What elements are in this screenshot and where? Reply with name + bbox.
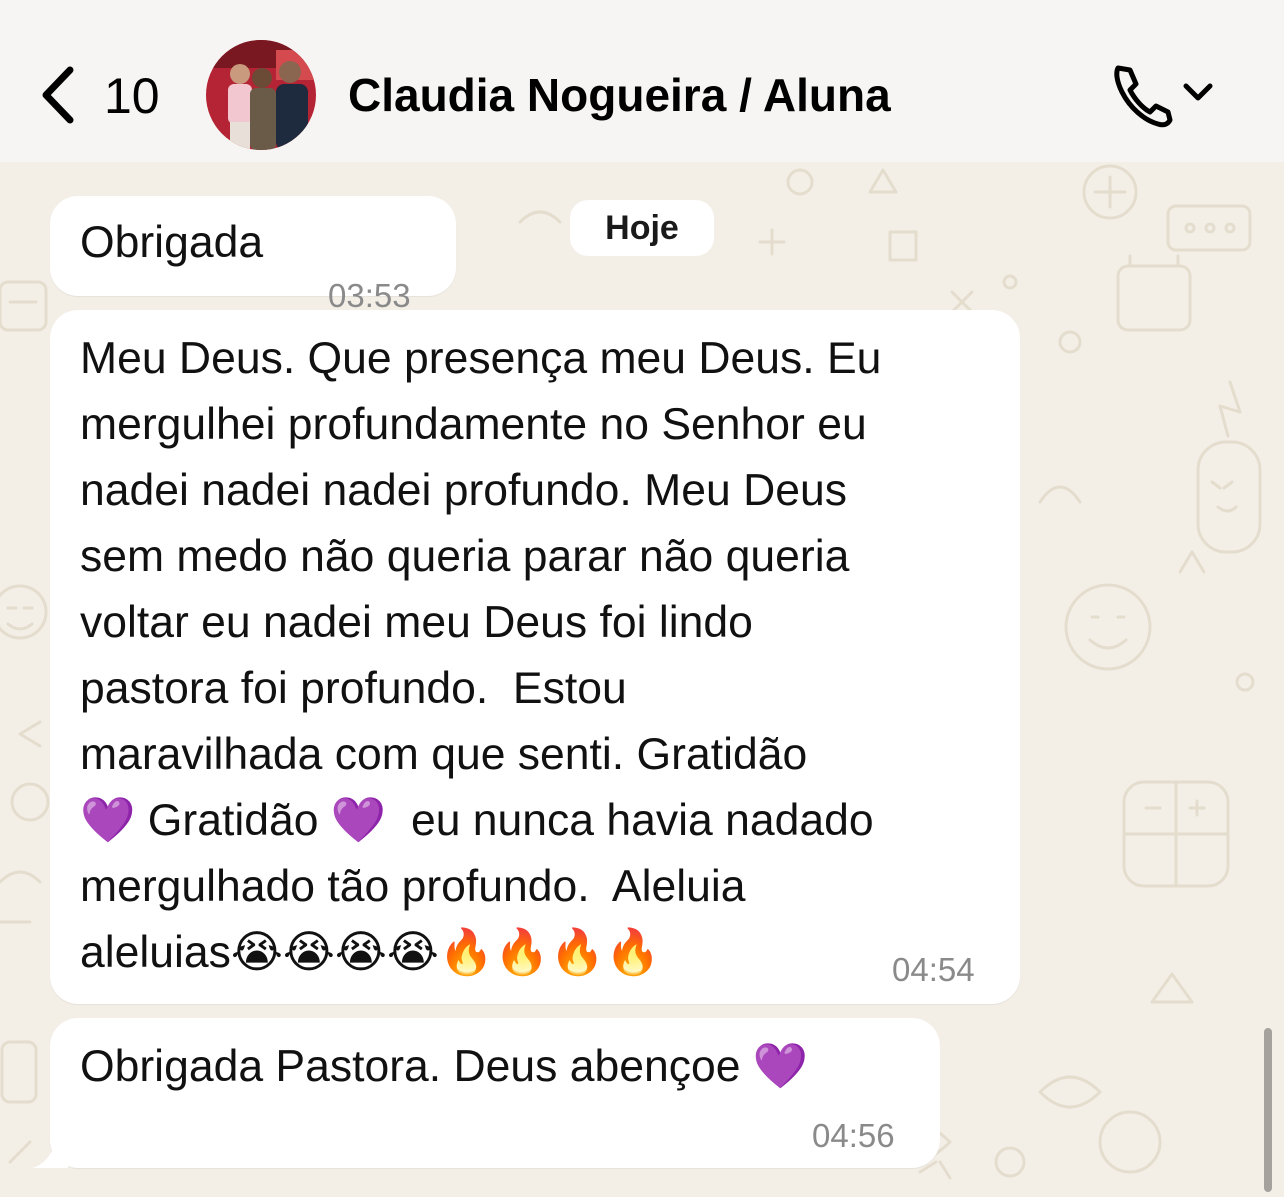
message-text: Obrigada Pastora. Deus abençoe 💜 [80,1042,809,1091]
message-bubble[interactable]: Obrigada Pastora. Deus abençoe 💜 04:56 [50,1018,940,1168]
message-line: aleluias😭😭😭😭🔥🔥🔥🔥 [80,928,661,977]
message-bubble[interactable]: Meu Deus. Que presença meu Deus. Eu merg… [50,310,1020,1004]
contact-name[interactable]: Claudia Nogueira / Aluna [348,64,891,126]
avatar[interactable] [206,40,316,150]
message-list[interactable]: Obrigada 03:53 Hoje Meu Deus. Que presen… [0,162,1284,1197]
message-text: Obrigada [80,218,264,267]
phone-icon [1114,65,1173,128]
message-line: maravilhada com que senti. Gratidão [80,730,808,779]
unread-count[interactable]: 10 [104,66,160,126]
chevron-left-icon[interactable] [36,64,84,126]
message-line: mergulhei profundamente no Senhor eu [80,400,867,449]
call-button[interactable] [1108,58,1228,130]
date-separator: Hoje [570,200,714,256]
message-line: sem medo não queria parar não queria [80,532,850,581]
message-timestamp: 04:56 [812,1117,895,1154]
message-bubble[interactable]: Obrigada 03:53 [50,196,456,314]
message-line: 💜 Gratidão 💜 eu nunca havia nadado [80,796,874,845]
message-line: nadei nadei nadei profundo. Meu Deus [80,466,847,515]
date-label: Hoje [605,209,679,247]
message-line: voltar eu nadei meu Deus foi lindo [80,598,753,647]
chat-header: 10 Claudia Nogueira / Aluna [0,0,1284,162]
message-timestamp: 04:54 [892,951,975,988]
message-line: Meu Deus. Que presença meu Deus. Eu [80,334,882,383]
bubble-tail [32,1142,68,1168]
message-line: pastora foi profundo. Estou [80,664,627,713]
chevron-down-icon [1183,83,1213,101]
message-line: mergulhado tão profundo. Aleluia [80,862,746,911]
scrollbar[interactable] [1264,1028,1272,1192]
